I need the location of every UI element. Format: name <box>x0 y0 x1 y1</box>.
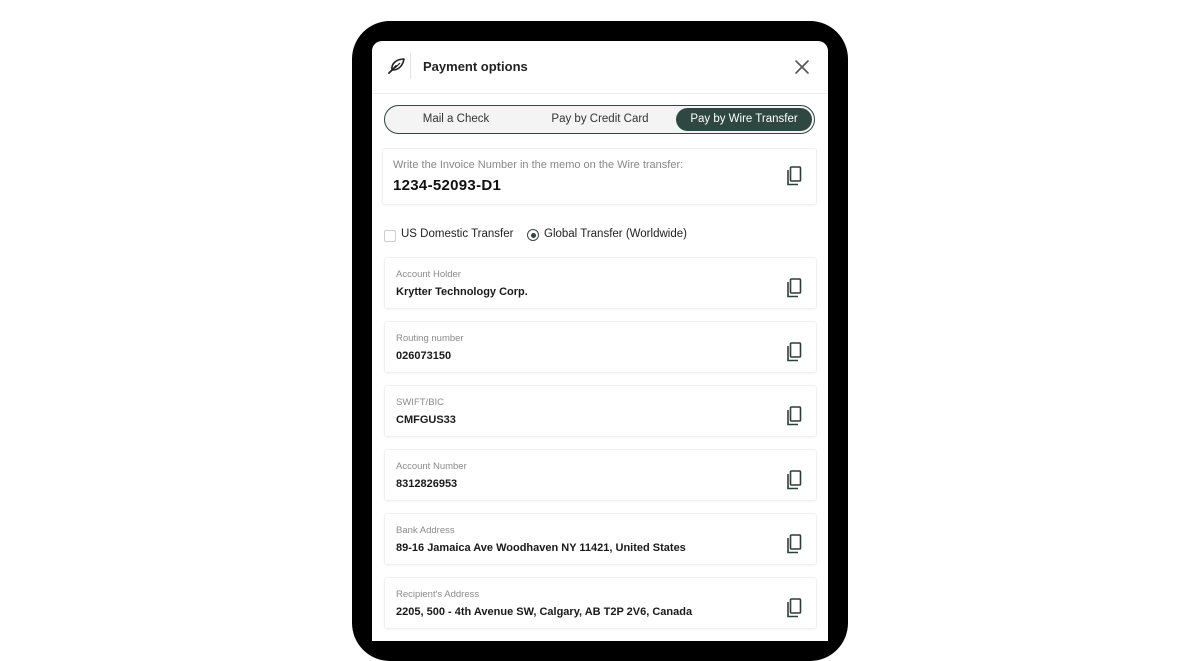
copy-account-number-button[interactable] <box>786 470 802 490</box>
field-value: CMFGUS33 <box>396 414 456 426</box>
field-value: 026073150 <box>396 350 452 362</box>
global-transfer-radio[interactable] <box>527 229 539 241</box>
field-value: 8312826953 <box>396 478 458 490</box>
copy-routing-number-button[interactable] <box>786 342 802 362</box>
invoice-number: 1234-52093-D1 <box>393 177 502 194</box>
routing-number-card: Routing number 026073150 <box>384 321 817 373</box>
field-value: 89-16 Jamaica Ave Woodhaven NY 11421, Un… <box>396 542 686 554</box>
copy-icon[interactable] <box>786 278 802 298</box>
field-label: SWIFT/BIC <box>396 397 445 408</box>
copy-invoice-button[interactable] <box>786 166 802 186</box>
payment-options-modal: Payment options Mail a Check Pay by Cred… <box>372 41 828 641</box>
us-domestic-checkbox[interactable] <box>384 230 396 242</box>
copy-icon[interactable] <box>786 470 802 490</box>
field-label: Routing number <box>396 333 464 344</box>
modal-header: Payment options <box>372 41 828 94</box>
payment-method-tabs: Mail a Check Pay by Credit Card Pay by W… <box>384 105 815 134</box>
field-label: Bank Address <box>396 525 455 536</box>
copy-recipient-address-button[interactable] <box>786 598 802 618</box>
copy-icon[interactable] <box>786 598 802 618</box>
copy-account-holder-button[interactable] <box>786 278 802 298</box>
swift-bic-card: SWIFT/BIC CMFGUS33 <box>384 385 817 437</box>
recipient-address-card: Recipient's Address 2205, 500 - 4th Aven… <box>384 577 817 629</box>
invoice-memo-card: Write the Invoice Number in the memo on … <box>382 148 817 205</box>
global-transfer-label: Global Transfer (Worldwide) <box>544 228 687 240</box>
field-label: Account Holder <box>396 269 461 280</box>
copy-icon[interactable] <box>786 406 802 426</box>
copy-swift-button[interactable] <box>786 406 802 426</box>
close-icon[interactable] <box>794 59 810 75</box>
field-value: 2205, 500 - 4th Avenue SW, Calgary, AB T… <box>396 606 693 618</box>
field-label: Account Number <box>396 461 467 472</box>
modal-title: Payment options <box>423 59 528 74</box>
copy-icon[interactable] <box>786 166 802 186</box>
bank-address-card: Bank Address 89-16 Jamaica Ave Woodhaven… <box>384 513 817 565</box>
logo <box>384 53 411 79</box>
account-holder-card: Account Holder Krytter Technology Corp. <box>384 257 817 309</box>
tab-mail-check[interactable]: Mail a Check <box>387 108 525 131</box>
copy-bank-address-button[interactable] <box>786 534 802 554</box>
tab-credit-card[interactable]: Pay by Credit Card <box>530 108 670 131</box>
account-number-card: Account Number 8312826953 <box>384 449 817 501</box>
close-button[interactable] <box>794 59 810 75</box>
tab-wire-transfer[interactable]: Pay by Wire Transfer <box>676 108 812 131</box>
leaf-icon <box>388 58 405 74</box>
field-label: Recipient's Address <box>396 589 480 600</box>
copy-icon[interactable] <box>786 342 802 362</box>
memo-label: Write the Invoice Number in the memo on … <box>393 159 684 171</box>
us-domestic-label: US Domestic Transfer <box>401 228 514 240</box>
field-value: Krytter Technology Corp. <box>396 286 528 298</box>
copy-icon[interactable] <box>786 534 802 554</box>
